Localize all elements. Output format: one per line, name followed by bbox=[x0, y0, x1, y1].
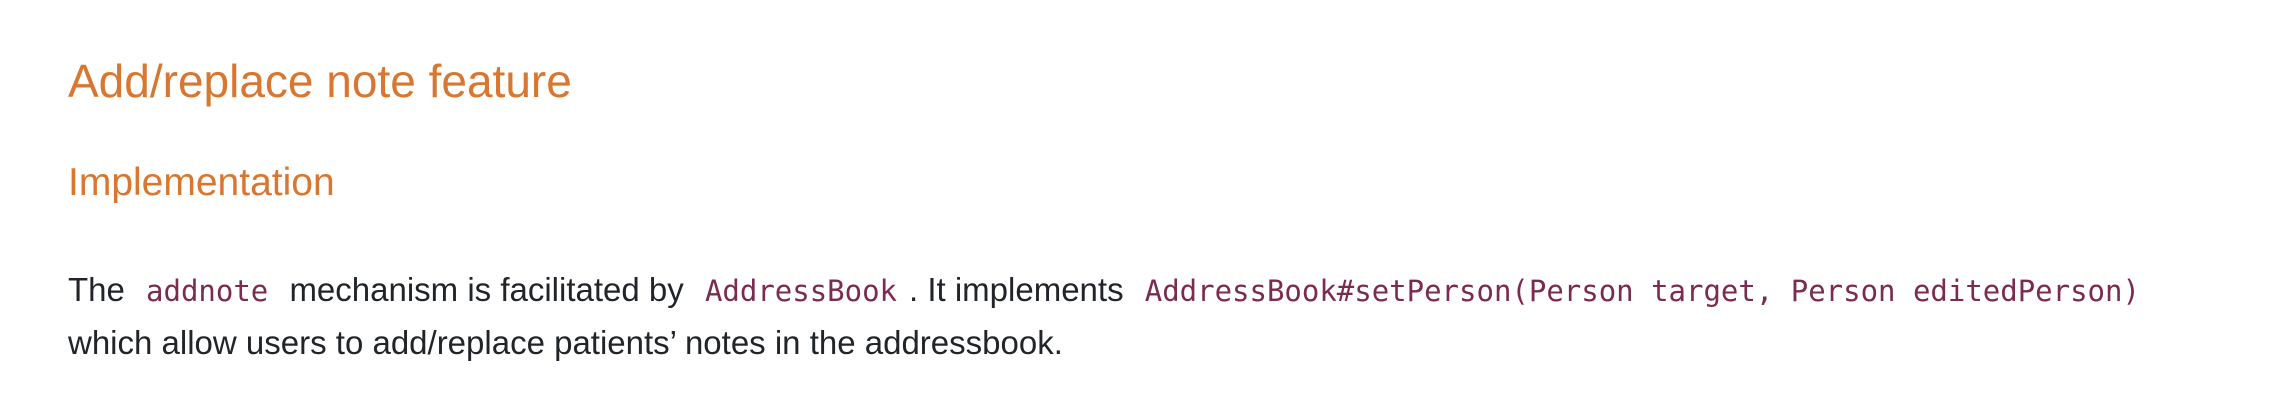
page-heading: Add/replace note feature bbox=[68, 55, 572, 107]
paragraph-text: The bbox=[68, 271, 125, 308]
inline-code-setperson: AddressBook#setPerson(Person target, Per… bbox=[1144, 274, 2140, 308]
inline-code-addressbook: AddressBook bbox=[704, 274, 897, 308]
section-heading: Implementation bbox=[68, 161, 335, 204]
paragraph-text: which allow users to add/replace patient… bbox=[68, 324, 1063, 361]
paragraph-text: . It implements bbox=[909, 271, 1124, 308]
description-paragraph: The addnote mechanism is facilitated by … bbox=[68, 264, 2152, 369]
inline-code-addnote: addnote bbox=[146, 274, 269, 308]
paragraph-text: mechanism is facilitated by bbox=[289, 271, 684, 308]
